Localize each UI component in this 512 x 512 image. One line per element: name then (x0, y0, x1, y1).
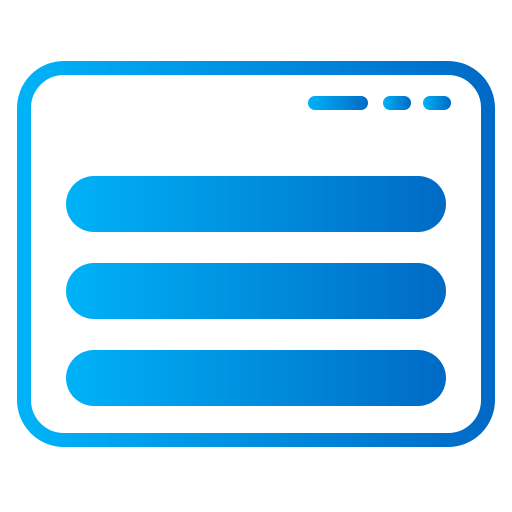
content-row (66, 350, 446, 406)
browser-window-svg (17, 61, 495, 447)
content-row (66, 263, 446, 319)
content-row (66, 176, 446, 232)
titlebar-pill-control (308, 96, 368, 110)
titlebar-dot-control (423, 96, 451, 110)
browser-window-list-icon (0, 0, 512, 512)
titlebar-dot-control (383, 96, 411, 110)
